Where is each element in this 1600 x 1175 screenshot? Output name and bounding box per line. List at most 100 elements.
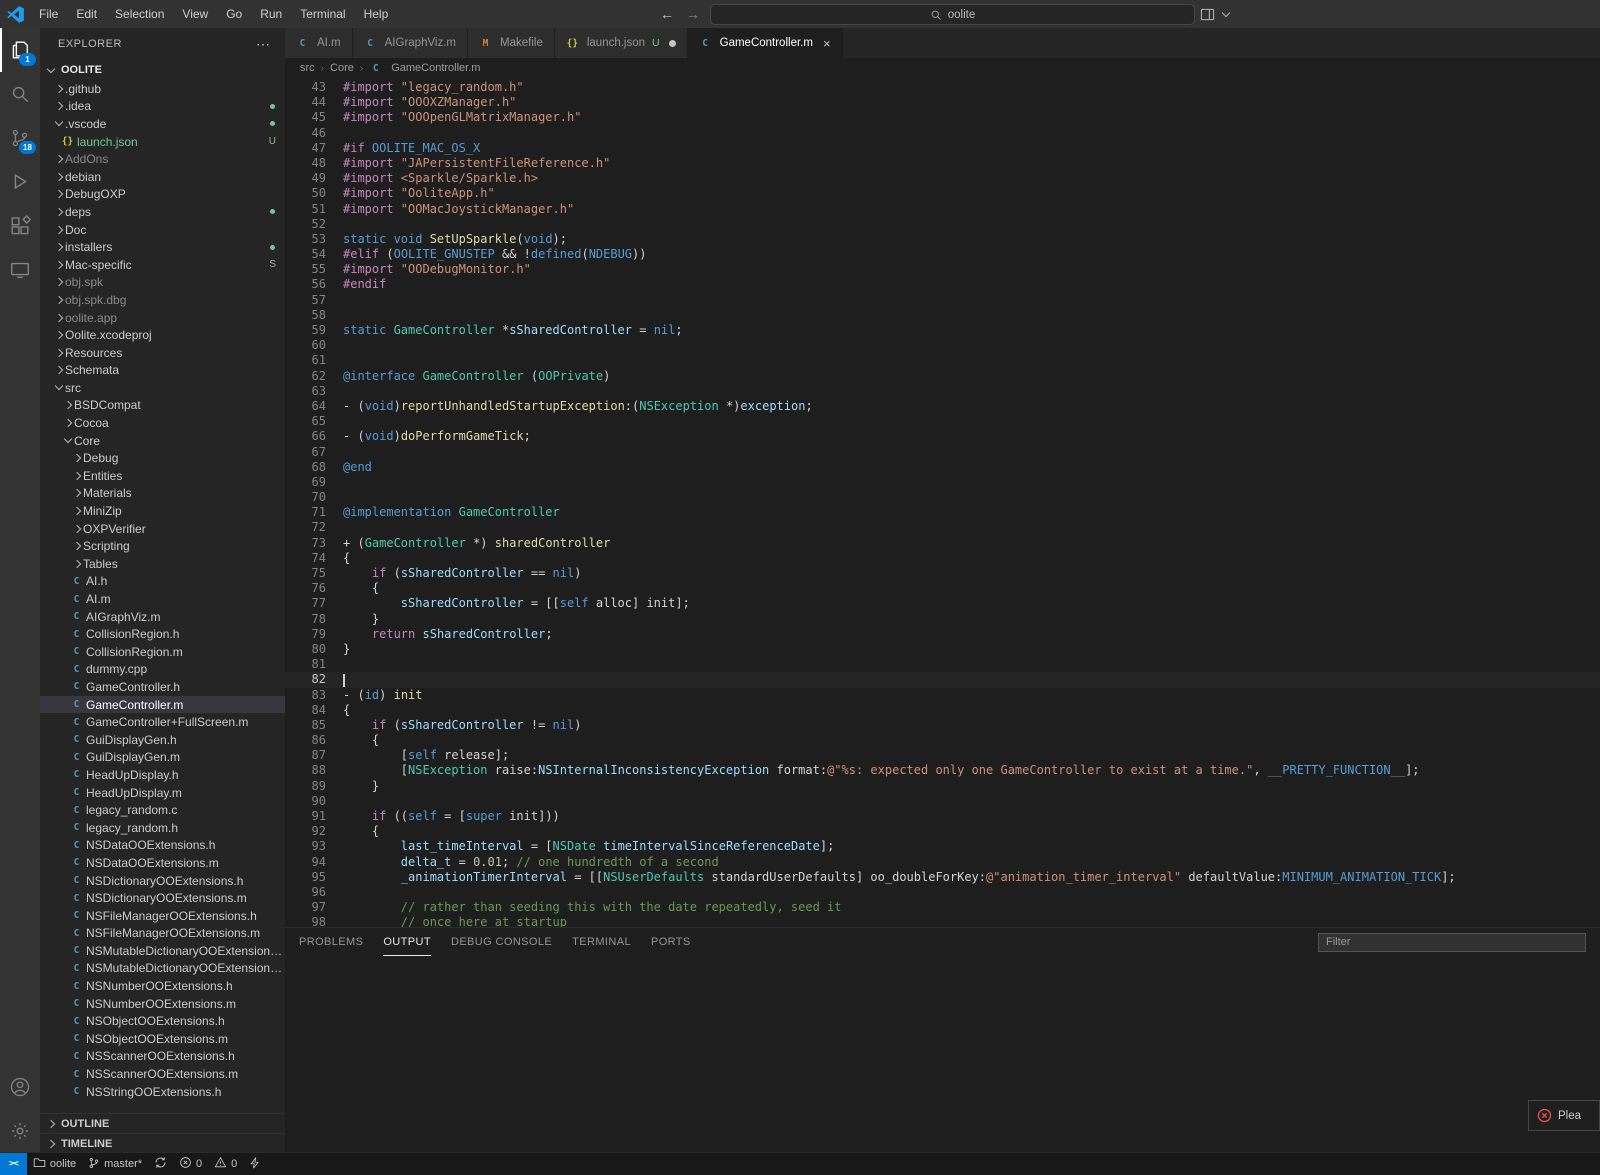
tree-item[interactable]: CAI.h	[40, 573, 285, 591]
status-git-branch[interactable]: master*	[82, 1153, 148, 1175]
tree-item[interactable]: CNSObjectOOExtensions.h	[40, 1012, 285, 1030]
panel-tab-ports[interactable]: PORTS	[651, 928, 691, 956]
tree-item[interactable]: CHeadUpDisplay.m	[40, 784, 285, 802]
tree-item[interactable]: CCollisionRegion.m	[40, 643, 285, 661]
tree-item[interactable]: Debug	[40, 449, 285, 467]
status-workspace[interactable]: oolite	[27, 1153, 82, 1175]
code-line[interactable]: 95 _animationTimerInterval = [[NSUserDef…	[285, 870, 1600, 885]
panel-tab-problems[interactable]: PROBLEMS	[299, 928, 363, 956]
menu-terminal[interactable]: Terminal	[291, 0, 354, 28]
panel-tab-output[interactable]: OUTPUT	[383, 928, 431, 956]
code-editor[interactable]: 43#import "legacy_random.h"44#import "OO…	[285, 78, 1600, 927]
code-line[interactable]: 69	[285, 475, 1600, 490]
output-filter-input[interactable]	[1318, 933, 1586, 952]
tab-makefile[interactable]: MMakefile	[468, 28, 555, 58]
explorer-actions-button[interactable]: ⋯	[256, 36, 271, 53]
menu-view[interactable]: View	[173, 0, 217, 28]
run-and-debug-icon[interactable]	[0, 160, 40, 204]
menu-selection[interactable]: Selection	[106, 0, 173, 28]
menu-edit[interactable]: Edit	[67, 0, 106, 28]
panel-tab-terminal[interactable]: TERMINAL	[572, 928, 631, 956]
tree-item[interactable]: CNSScannerOOExtensions.h	[40, 1048, 285, 1066]
tree-item[interactable]: .github	[40, 80, 285, 98]
code-line[interactable]: 51#import "OOMacJoystickManager.h"	[285, 202, 1600, 217]
tree-item[interactable]: Resources	[40, 344, 285, 362]
tree-item[interactable]: CHeadUpDisplay.h	[40, 766, 285, 784]
code-line[interactable]: 64- (void)reportUnhandledStartupExceptio…	[285, 399, 1600, 414]
code-line[interactable]: 67	[285, 445, 1600, 460]
tree-item[interactable]: .vscode	[40, 115, 285, 133]
tree-item[interactable]: deps	[40, 203, 285, 221]
code-line[interactable]: 50#import "OoliteApp.h"	[285, 186, 1600, 201]
tree-item[interactable]: Clegacy_random.h	[40, 819, 285, 837]
code-line[interactable]: 68@end	[285, 460, 1600, 475]
tree-item[interactable]: OXPVerifier	[40, 520, 285, 538]
tree-item[interactable]: Clegacy_random.c	[40, 801, 285, 819]
code-line[interactable]: 54#elif (OOLITE_GNUSTEP && !defined(NDEB…	[285, 247, 1600, 262]
code-line[interactable]: 74{	[285, 551, 1600, 566]
tree-item[interactable]: CNSDictionaryOOExtensions.m	[40, 889, 285, 907]
status-problems-errors[interactable]: 0	[173, 1153, 208, 1175]
tree-item[interactable]: obj.spk.dbg	[40, 291, 285, 309]
code-line[interactable]: 83- (id) init	[285, 688, 1600, 703]
code-line[interactable]: 55#import "OODebugMonitor.h"	[285, 262, 1600, 277]
tree-item[interactable]: CGameController+FullScreen.m	[40, 713, 285, 731]
tree-item[interactable]: CNSDataOOExtensions.m	[40, 854, 285, 872]
status-launch-misc[interactable]	[243, 1153, 267, 1175]
accounts-icon[interactable]	[0, 1065, 40, 1109]
code-line[interactable]: 52	[285, 217, 1600, 232]
workspace-section-header[interactable]: OOLITE	[40, 60, 285, 80]
code-line[interactable]: 81	[285, 657, 1600, 672]
code-line[interactable]: 98 // once here at startup	[285, 915, 1600, 927]
code-line[interactable]: 75 if (sSharedController == nil)	[285, 566, 1600, 581]
menu-file[interactable]: File	[30, 0, 67, 28]
search-icon[interactable]	[0, 72, 40, 116]
tab-ai.m[interactable]: CAI.m	[285, 28, 353, 58]
tree-item[interactable]: installers	[40, 238, 285, 256]
code-line[interactable]: 93 last_timeInterval = [NSDate timeInter…	[285, 839, 1600, 854]
menu-run[interactable]: Run	[251, 0, 291, 28]
tree-item[interactable]: AddOns	[40, 150, 285, 168]
tree-item[interactable]: CNSMutableDictionaryOOExtensions.h	[40, 942, 285, 960]
code-line[interactable]: 94 delta_t = 0.01; // one hundredth of a…	[285, 855, 1600, 870]
code-line[interactable]: 56#endif	[285, 277, 1600, 292]
code-line[interactable]: 46	[285, 126, 1600, 141]
code-line[interactable]: 66- (void)doPerformGameTick;	[285, 429, 1600, 444]
code-line[interactable]: 53static void SetUpSparkle(void);	[285, 232, 1600, 247]
code-line[interactable]: 45#import "OOOpenGLMatrixManager.h"	[285, 110, 1600, 125]
code-line[interactable]: 97 // rather than seeding this with the …	[285, 900, 1600, 915]
code-line[interactable]: 85 if (sSharedController != nil)	[285, 718, 1600, 733]
code-line[interactable]: 43#import "legacy_random.h"	[285, 80, 1600, 95]
tree-item[interactable]: CCollisionRegion.h	[40, 625, 285, 643]
code-line[interactable]: 44#import "OOOXZManager.h"	[285, 95, 1600, 110]
code-line[interactable]: 73+ (GameController *) sharedController	[285, 536, 1600, 551]
code-line[interactable]: 78 }	[285, 612, 1600, 627]
tree-item[interactable]: Core	[40, 432, 285, 450]
tree-item[interactable]: CNSFileManagerOOExtensions.h	[40, 907, 285, 925]
close-icon[interactable]: ×	[823, 37, 831, 50]
history-forward-button[interactable]: →	[686, 6, 700, 22]
tree-item[interactable]: Tables	[40, 555, 285, 573]
menu-help[interactable]: Help	[355, 0, 398, 28]
section-outline[interactable]: OUTLINE	[40, 1113, 285, 1133]
code-line[interactable]: 49#import <Sparkle/Sparkle.h>	[285, 171, 1600, 186]
explorer-icon[interactable]: 1	[0, 28, 40, 72]
source-control-icon[interactable]: 18	[0, 116, 40, 160]
code-line[interactable]: 72	[285, 520, 1600, 535]
tree-item[interactable]: CAIGraphViz.m	[40, 608, 285, 626]
tree-item[interactable]: CNSFileManagerOOExtensions.m	[40, 925, 285, 943]
code-line[interactable]: 80}	[285, 642, 1600, 657]
tab-aigraphviz.m[interactable]: CAIGraphViz.m	[353, 28, 468, 58]
section-timeline[interactable]: TIMELINE	[40, 1133, 285, 1153]
tree-item[interactable]: debian	[40, 168, 285, 186]
code-line[interactable]: 58	[285, 308, 1600, 323]
menu-go[interactable]: Go	[217, 0, 251, 28]
tree-item[interactable]: {}launch.jsonU	[40, 133, 285, 151]
breadcrumb-item[interactable]: GameController.m	[391, 62, 480, 74]
code-line[interactable]: 91 if ((self = [super init]))	[285, 809, 1600, 824]
command-center-search[interactable]: oolite	[710, 4, 1195, 25]
code-line[interactable]: 92 {	[285, 824, 1600, 839]
tree-item[interactable]: CNSStringOOExtensions.h	[40, 1083, 285, 1101]
tree-item[interactable]: src	[40, 379, 285, 397]
panel-tab-debug-console[interactable]: DEBUG CONSOLE	[451, 928, 552, 956]
